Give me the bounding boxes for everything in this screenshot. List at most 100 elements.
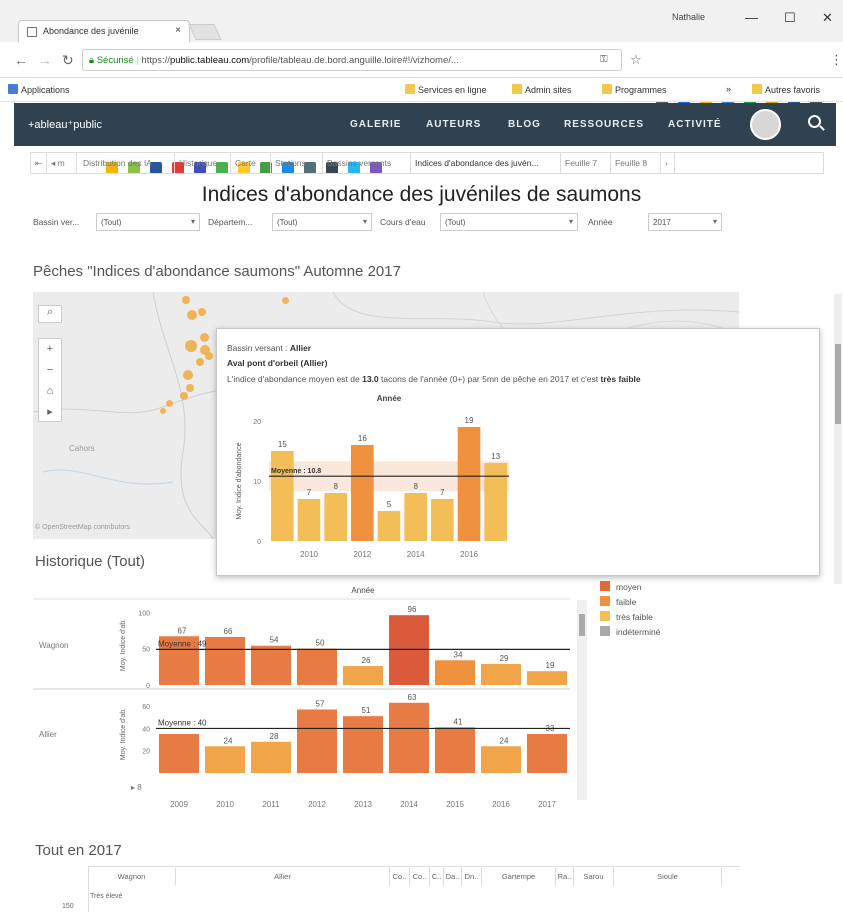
tab-title: Abondance des juvénile <box>43 26 139 36</box>
column-header[interactable]: Co.. <box>390 868 410 886</box>
browser-tab[interactable]: Abondance des juvénile × <box>18 20 190 42</box>
minimize-button[interactable]: — <box>745 10 758 25</box>
legend-swatch <box>600 596 610 606</box>
reload-icon[interactable]: ↻ <box>62 52 74 69</box>
scrollbar-thumb[interactable] <box>835 344 841 424</box>
search-icon[interactable] <box>808 115 821 128</box>
column-header[interactable]: Allier <box>176 868 390 886</box>
map-search-icon[interactable]: ⌕ <box>38 305 62 323</box>
map-station-marker[interactable] <box>160 408 166 414</box>
x-tick-label: 2010 <box>300 550 318 559</box>
bookmark-folder-services[interactable]: Services en ligne <box>405 84 487 95</box>
map-credit[interactable]: © OpenStreetMap contributors <box>35 524 130 531</box>
map-station-marker[interactable] <box>166 400 173 407</box>
sheet-tab[interactable]: Indices d'abondance des juvén... <box>411 153 561 173</box>
filter-annee-select[interactable]: 2017 ▾ <box>648 213 722 231</box>
column-header[interactable]: Dn.. <box>462 868 482 886</box>
sheet-tab[interactable]: Feuille 8 <box>611 153 661 173</box>
data-label: 7 <box>307 488 312 497</box>
nav-auteurs[interactable]: AUTEURS <box>426 119 481 130</box>
nav-activite[interactable]: ACTIVITÉ <box>668 119 722 130</box>
column-header[interactable]: Co.. <box>410 868 430 886</box>
key-icon[interactable]: ⚿ <box>600 54 608 65</box>
sheet-tab[interactable]: Carte <box>231 153 271 173</box>
sheet-tab[interactable]: Bassins versants <box>323 153 411 173</box>
map-station-marker[interactable] <box>200 333 209 342</box>
close-window-button[interactable]: ✕ <box>822 10 833 26</box>
legend-swatch <box>600 581 610 591</box>
data-label: 29 <box>500 654 509 663</box>
tabs-prev-button[interactable]: ◂ m <box>47 153 77 173</box>
home-icon[interactable]: ⌂ <box>39 381 61 402</box>
sheet-tab[interactable]: Historique <box>175 153 231 173</box>
sheet-tab[interactable]: Distribution des IA <box>79 153 175 173</box>
filter-departement-select[interactable]: (Tout) ▾ <box>272 213 372 231</box>
bookmarks-overflow[interactable]: » <box>726 84 731 94</box>
column-header[interactable]: Sarou <box>574 868 614 886</box>
apps-bookmark[interactable]: Applications <box>8 84 70 95</box>
bar <box>205 746 245 773</box>
map-station-marker[interactable] <box>180 392 188 400</box>
maximize-button[interactable]: ☐ <box>784 10 796 26</box>
column-header[interactable]: Sioule <box>614 868 722 886</box>
history-scrollbar[interactable] <box>577 600 587 800</box>
other-bookmarks[interactable]: Autres favoris <box>752 84 820 95</box>
column-header[interactable]: Da.. <box>444 868 462 886</box>
column-header[interactable]: Gartempe <box>482 868 556 886</box>
bar <box>297 499 321 541</box>
nav-ressources[interactable]: RESSOURCES <box>564 119 644 130</box>
map-zoom-controls[interactable]: + − ⌂ ▸ <box>38 338 62 422</box>
page-favicon-icon <box>27 27 37 37</box>
star-icon[interactable]: ☆ <box>630 52 642 68</box>
bookmark-folder-admin[interactable]: Admin sites <box>512 84 572 95</box>
x-tick-label: 2017 <box>538 800 556 809</box>
map-station-marker[interactable] <box>183 370 193 380</box>
bar <box>351 445 374 541</box>
x-tick-label: 2010 <box>216 800 234 809</box>
url-bar[interactable]: 🔒︎ Sécurisé | https://public.tableau.com… <box>82 49 622 71</box>
map-station-marker[interactable] <box>186 384 194 392</box>
profile-name[interactable]: Nathalie <box>672 12 705 22</box>
map-station-marker[interactable] <box>182 296 190 304</box>
zoom-in-icon[interactable]: + <box>39 339 61 360</box>
legend-label: indéterminé <box>616 627 661 637</box>
map-station-marker[interactable] <box>198 308 206 316</box>
map-station-marker[interactable] <box>282 297 289 304</box>
nav-galerie[interactable]: GALERIE <box>350 119 401 130</box>
zoom-out-icon[interactable]: − <box>39 360 61 381</box>
sheet-tab[interactable]: Stations <box>271 153 323 173</box>
column-header[interactable]: Wagnon <box>88 868 176 886</box>
map-station-marker[interactable] <box>196 358 204 366</box>
forward-arrow-icon[interactable]: → <box>38 52 52 68</box>
new-tab-button[interactable] <box>188 24 222 40</box>
bar <box>481 746 521 773</box>
scrollbar-thumb[interactable] <box>579 614 585 636</box>
play-icon[interactable]: ▸ <box>39 402 61 423</box>
legend-item[interactable]: moyen <box>600 581 642 592</box>
column-header[interactable]: C.. <box>430 868 444 886</box>
tabs-next-button[interactable]: › <box>661 153 675 173</box>
legend-item[interactable]: faible <box>600 596 636 607</box>
avatar[interactable] <box>750 109 781 140</box>
legend-item[interactable]: indéterminé <box>600 626 660 637</box>
tabs-first-button[interactable]: ⇤ <box>31 153 47 173</box>
bookmark-label: Services en ligne <box>418 85 487 95</box>
nav-blog[interactable]: BLOG <box>508 119 541 130</box>
page-scrollbar[interactable] <box>834 294 842 584</box>
filter-bassin-select[interactable]: (Tout) ▾ <box>96 213 200 231</box>
menu-icon[interactable]: ⋮ <box>830 52 843 68</box>
map-station-marker[interactable] <box>185 340 197 352</box>
tableau-public-logo[interactable]: +ableau⁺public <box>28 118 102 131</box>
bookmark-folder-programmes[interactable]: Programmes <box>602 84 667 95</box>
map-station-marker[interactable] <box>205 352 213 360</box>
back-arrow-icon[interactable]: ← <box>14 52 28 68</box>
map-station-marker[interactable] <box>187 310 197 320</box>
data-label: 7 <box>440 488 445 497</box>
sheet-tab[interactable]: Feuille 7 <box>561 153 611 173</box>
column-header[interactable]: Ra.. <box>556 868 574 886</box>
tab-close-icon[interactable]: × <box>175 25 181 36</box>
x-tick-label: 2014 <box>407 550 425 559</box>
row-label: Wagnon <box>39 641 69 650</box>
filter-cours-eau-select[interactable]: (Tout) ▾ <box>440 213 578 231</box>
legend-item[interactable]: très faible <box>600 611 653 622</box>
